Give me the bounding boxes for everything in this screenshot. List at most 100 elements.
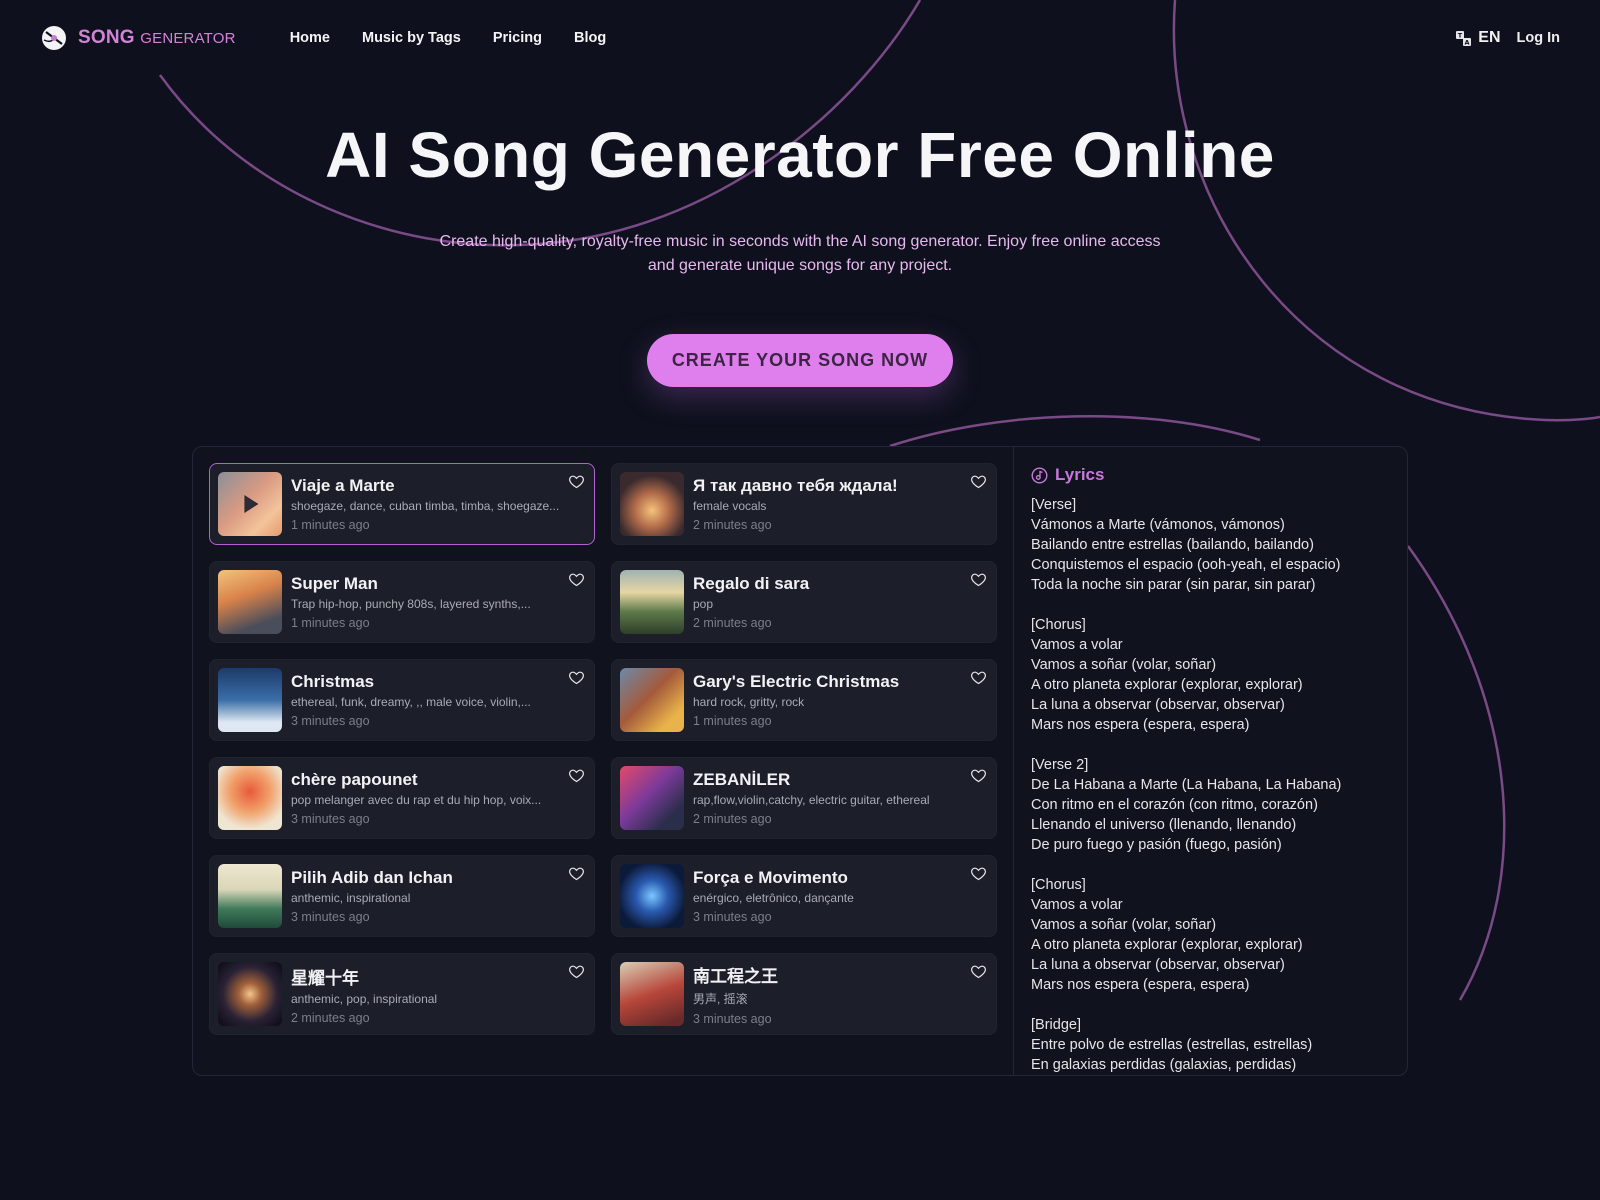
heart-icon[interactable] <box>970 767 987 784</box>
play-icon[interactable] <box>244 495 259 513</box>
lyrics-title: Lyrics <box>1055 465 1105 484</box>
song-title: Я так давно тебя ждала! <box>693 476 898 495</box>
song-tags: pop melanger avec du rap et du hip hop, … <box>291 793 542 807</box>
language-selector[interactable]: T A EN <box>1455 29 1501 47</box>
song-cover-image[interactable] <box>620 472 684 536</box>
song-cover-image[interactable] <box>218 472 282 536</box>
song-tags: 男声, 摇滚 <box>693 992 748 1006</box>
song-tags: ethereal, funk, dreamy, ,, male voice, v… <box>291 695 531 709</box>
song-card[interactable]: chère papounet pop melanger avec du rap e… <box>209 757 595 839</box>
song-cover-image[interactable] <box>218 864 282 928</box>
song-tags: enérgico, eletrônico, dançante <box>693 891 854 905</box>
song-card[interactable]: Regalo di sara pop 2 minutes ago <box>611 561 997 643</box>
song-cover-image[interactable] <box>620 766 684 830</box>
song-title: Regalo di sara <box>693 574 810 593</box>
song-tags: shoegaze, dance, cuban timba, timba, sho… <box>291 499 560 513</box>
translate-icon: T A <box>1456 30 1472 46</box>
brand-name-bold: SONG <box>78 27 135 48</box>
songs-panel: Viaje a Marte shoegaze, dance, cuban timb… <box>192 446 1408 1076</box>
lyrics-panel: Lyrics [Verse] Vámonos a Marte (vámonos,… <box>1013 447 1407 1075</box>
song-time: 3 minutes ago <box>693 910 772 924</box>
song-time: 1 minutes ago <box>291 616 370 630</box>
song-cover-image[interactable] <box>218 962 282 1026</box>
song-card[interactable]: Força e Movimento enérgico, eletrônico, d… <box>611 855 997 937</box>
song-card[interactable]: ZEBANİLER rap,flow,violin,catchy, electri… <box>611 757 997 839</box>
song-card[interactable]: 星耀十年 anthemic, pop, inspirational 2 minute… <box>209 953 595 1035</box>
nav-music-by-tags[interactable]: Music by Tags <box>362 30 461 46</box>
heart-icon[interactable] <box>970 963 987 980</box>
heart-icon[interactable] <box>568 473 585 490</box>
svg-text:A: A <box>1465 38 1470 46</box>
lyrics-header: Lyrics <box>1031 465 1391 485</box>
song-info: Viaje a Marte shoegaze, dance, cuban timb… <box>291 476 571 532</box>
song-list: Viaje a Marte shoegaze, dance, cuban timb… <box>193 447 1013 1075</box>
login-button[interactable]: Log In <box>1517 30 1561 46</box>
heart-icon[interactable] <box>970 669 987 686</box>
vinyl-logo-icon <box>42 26 66 50</box>
heart-icon[interactable] <box>970 571 987 588</box>
music-disc-icon <box>1031 466 1048 484</box>
song-title: Christmas <box>291 672 375 691</box>
heart-icon[interactable] <box>568 963 585 980</box>
page-title: AI Song Generator Free Online <box>325 119 1275 191</box>
lyrics-text: [Verse] Vámonos a Marte (vámonos, vámono… <box>1031 497 1342 1073</box>
song-info: Regalo di sara pop 2 minutes ago <box>693 574 973 630</box>
song-time: 3 minutes ago <box>291 714 370 728</box>
song-cover-image[interactable] <box>218 766 282 830</box>
language-label: EN <box>1478 29 1501 46</box>
logo[interactable]: SONG GENERATOR <box>40 24 236 52</box>
song-time: 3 minutes ago <box>291 812 370 826</box>
song-info: 星耀十年 anthemic, pop, inspirational 2 minute… <box>291 964 571 1025</box>
song-cover-image[interactable] <box>218 570 282 634</box>
heart-icon[interactable] <box>568 571 585 588</box>
create-song-button[interactable]: CREATE YOUR SONG NOW <box>646 334 954 387</box>
song-time: 3 minutes ago <box>693 1012 772 1026</box>
song-time: 1 minutes ago <box>291 518 370 532</box>
heart-icon[interactable] <box>568 865 585 882</box>
song-title: chère papounet <box>291 770 418 789</box>
svg-text:T: T <box>1458 31 1463 39</box>
heart-icon[interactable] <box>970 473 987 490</box>
song-card[interactable]: 南工程之王男声, 摇滚 3 minutes ago <box>611 953 997 1035</box>
song-info: Super Man Trap hip-hop, punchy 808s, laye… <box>291 574 571 630</box>
heart-icon[interactable] <box>970 865 987 882</box>
song-tags: hard rock, gritty, rock <box>693 695 805 709</box>
song-tags: anthemic, inspirational <box>291 891 411 905</box>
song-info: chère papounet pop melanger avec du rap e… <box>291 770 571 826</box>
song-cover-image[interactable] <box>620 570 684 634</box>
song-tags: Trap hip-hop, punchy 808s, layered synth… <box>291 597 531 611</box>
song-time: 1 minutes ago <box>693 714 772 728</box>
nav-home[interactable]: Home <box>290 30 330 46</box>
song-info: Christmas ethereal, funk, dreamy, ,, male… <box>291 672 571 728</box>
song-cover-image[interactable] <box>620 864 684 928</box>
song-info: Pilih Adib dan Ichan anthemic, inspiratio… <box>291 868 571 924</box>
song-info: Força e Movimento enérgico, eletrônico, d… <box>693 868 973 924</box>
heart-icon[interactable] <box>568 669 585 686</box>
song-card[interactable]: Pilih Adib dan Ichan anthemic, inspiratio… <box>209 855 595 937</box>
nav-pricing[interactable]: Pricing <box>493 30 542 46</box>
song-title: Viaje a Marte <box>291 476 395 495</box>
song-tags: rap,flow,violin,catchy, electric guitar,… <box>693 793 930 807</box>
song-info: Я так давно тебя ждала! female vocals 2 mi… <box>693 476 973 532</box>
song-title: 南工程之王 <box>693 967 778 986</box>
song-title: ZEBANİLER <box>693 770 791 789</box>
song-card[interactable]: Я так давно тебя ждала! female vocals 2 mi… <box>611 463 997 545</box>
song-card[interactable]: Viaje a Marte shoegaze, dance, cuban timb… <box>209 463 595 545</box>
song-card[interactable]: Super Man Trap hip-hop, punchy 808s, laye… <box>209 561 595 643</box>
song-tags: pop <box>693 597 714 611</box>
nav-blog[interactable]: Blog <box>574 30 606 46</box>
song-tags: anthemic, pop, inspirational <box>291 991 438 1006</box>
song-title: Super Man <box>291 574 378 593</box>
song-time: 2 minutes ago <box>693 518 772 532</box>
song-time: 2 minutes ago <box>291 1010 370 1025</box>
song-time: 2 minutes ago <box>693 812 772 826</box>
song-cover-image[interactable] <box>218 668 282 732</box>
heart-icon[interactable] <box>568 767 585 784</box>
song-card[interactable]: Gary's Electric Christmas hard rock, grit… <box>611 659 997 741</box>
song-cover-image[interactable] <box>620 668 684 732</box>
song-cover-image[interactable] <box>620 962 684 1026</box>
song-title: 星耀十年 <box>291 968 359 988</box>
song-title: Gary's Electric Christmas <box>693 672 900 691</box>
hero-subtitle: Create high-quality, royalty-free music … <box>439 233 1161 274</box>
song-card[interactable]: Christmas ethereal, funk, dreamy, ,, male… <box>209 659 595 741</box>
